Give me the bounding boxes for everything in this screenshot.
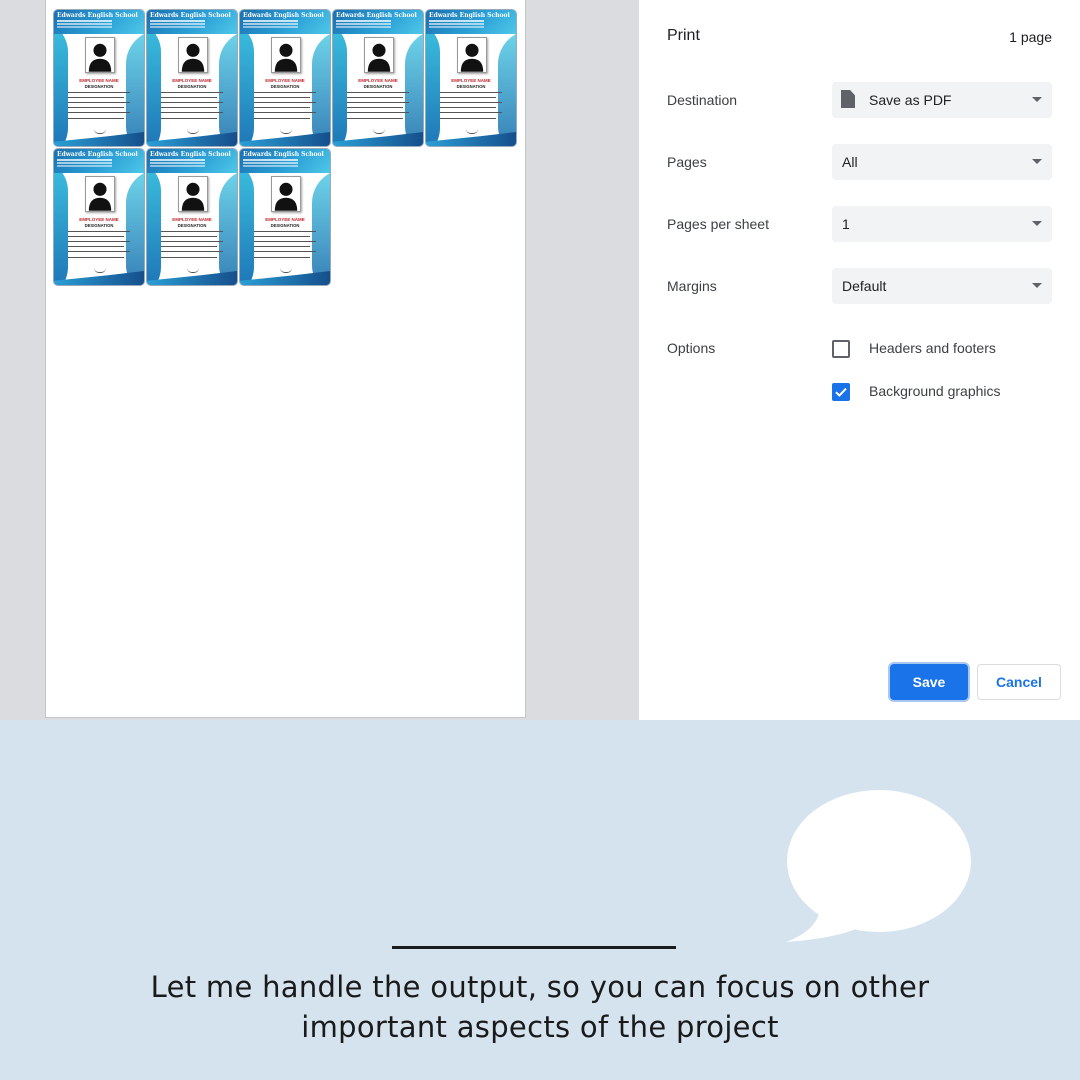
card-photo	[178, 176, 208, 212]
person-silhouette-icon	[179, 38, 207, 72]
divider	[392, 946, 676, 949]
id-card: Edwards English School EMPLOYEE NAME DESIG…	[53, 9, 145, 147]
card-school-name: Edwards English School	[429, 12, 510, 19]
person-silhouette-icon	[86, 177, 114, 211]
card-photo	[85, 37, 115, 73]
card-designation: DESIGNATION	[84, 84, 114, 89]
destination-value: Save as PDF	[869, 92, 952, 108]
person-silhouette-icon	[272, 177, 300, 211]
card-school-name: Edwards English School	[336, 12, 417, 19]
card-school-name: Edwards English School	[57, 151, 138, 158]
card-designation: DESIGNATION	[456, 84, 486, 89]
card-employee-name: EMPLOYEE NAME	[172, 78, 212, 83]
file-icon	[841, 90, 855, 108]
card-photo	[271, 37, 301, 73]
person-silhouette-icon	[365, 38, 393, 72]
card-employee-name: EMPLOYEE NAME	[358, 78, 398, 83]
save-button[interactable]: Save	[890, 664, 968, 700]
background-graphics-label[interactable]: Background graphics	[869, 383, 1001, 399]
id-card: Edwards English School EMPLOYEE NAME DESIG…	[146, 9, 238, 147]
pages-per-sheet-label: Pages per sheet	[667, 216, 769, 232]
chevron-down-icon	[1032, 159, 1042, 164]
card-employee-name: EMPLOYEE NAME	[265, 78, 305, 83]
margins-value: Default	[842, 278, 887, 294]
cancel-button[interactable]: Cancel	[977, 664, 1061, 700]
headers-footers-label[interactable]: Headers and footers	[869, 340, 996, 356]
destination-select[interactable]: Save as PDF	[832, 82, 1052, 118]
chevron-down-icon	[1032, 97, 1042, 102]
tagline: Let me handle the output, so you can foc…	[140, 967, 940, 1047]
card-employee-name: EMPLOYEE NAME	[265, 217, 305, 222]
card-employee-name: EMPLOYEE NAME	[172, 217, 212, 222]
person-silhouette-icon	[179, 177, 207, 211]
card-employee-name: EMPLOYEE NAME	[79, 78, 119, 83]
chevron-down-icon	[1032, 221, 1042, 226]
tagline-line-2: important aspects of the project	[301, 1010, 779, 1044]
card-photo	[178, 37, 208, 73]
id-card: Edwards English School EMPLOYEE NAME DESIG…	[425, 9, 517, 147]
margins-label: Margins	[667, 278, 717, 294]
pages-value: All	[842, 154, 858, 170]
person-silhouette-icon	[458, 38, 486, 72]
checkmark-icon	[835, 387, 847, 397]
pages-select[interactable]: All	[832, 144, 1052, 180]
card-photo	[364, 37, 394, 73]
card-designation: DESIGNATION	[270, 84, 300, 89]
pages-per-sheet-value: 1	[842, 216, 850, 232]
card-designation: DESIGNATION	[177, 84, 207, 89]
background-graphics-checkbox[interactable]	[832, 383, 850, 401]
card-school-name: Edwards English School	[243, 12, 324, 19]
destination-label: Destination	[667, 92, 738, 108]
page-count: 1 page	[1009, 29, 1052, 45]
id-card: Edwards English School EMPLOYEE NAME DESIG…	[53, 148, 145, 286]
card-school-name: Edwards English School	[243, 151, 324, 158]
headers-footers-checkbox[interactable]	[832, 340, 850, 358]
pages-label: Pages	[667, 154, 707, 170]
print-preview-pane: Edwards English School EMPLOYEE NAME DESIG…	[0, 0, 639, 720]
person-silhouette-icon	[272, 38, 300, 72]
pages-per-sheet-select[interactable]: 1	[832, 206, 1052, 242]
margins-select[interactable]: Default	[832, 268, 1052, 304]
card-school-name: Edwards English School	[150, 151, 231, 158]
id-card: Edwards English School EMPLOYEE NAME DESIG…	[332, 9, 424, 147]
card-designation: DESIGNATION	[363, 84, 393, 89]
id-card: Edwards English School EMPLOYEE NAME DESIG…	[239, 148, 331, 286]
person-silhouette-icon	[86, 38, 114, 72]
chevron-down-icon	[1032, 283, 1042, 288]
id-card: Edwards English School EMPLOYEE NAME DESIG…	[239, 9, 331, 147]
card-designation: DESIGNATION	[177, 223, 207, 228]
print-settings-panel: Print 1 page Destination Save as PDF Pag…	[639, 0, 1080, 720]
preview-page: Edwards English School EMPLOYEE NAME DESIG…	[46, 0, 525, 717]
card-photo	[271, 176, 301, 212]
card-designation: DESIGNATION	[270, 223, 300, 228]
card-photo	[85, 176, 115, 212]
options-label: Options	[667, 340, 716, 356]
tagline-line-1: Let me handle the output, so you can foc…	[150, 970, 930, 1004]
card-designation: DESIGNATION	[84, 223, 114, 228]
id-card: Edwards English School EMPLOYEE NAME DESIG…	[146, 148, 238, 286]
card-school-name: Edwards English School	[150, 12, 231, 19]
print-title: Print	[667, 27, 700, 44]
print-dialog-screenshot: Edwards English School EMPLOYEE NAME DESIG…	[0, 0, 1080, 720]
card-school-name: Edwards English School	[57, 12, 138, 19]
card-photo	[457, 37, 487, 73]
card-employee-name: EMPLOYEE NAME	[79, 217, 119, 222]
speech-bubble-icon	[786, 790, 971, 942]
card-employee-name: EMPLOYEE NAME	[451, 78, 491, 83]
